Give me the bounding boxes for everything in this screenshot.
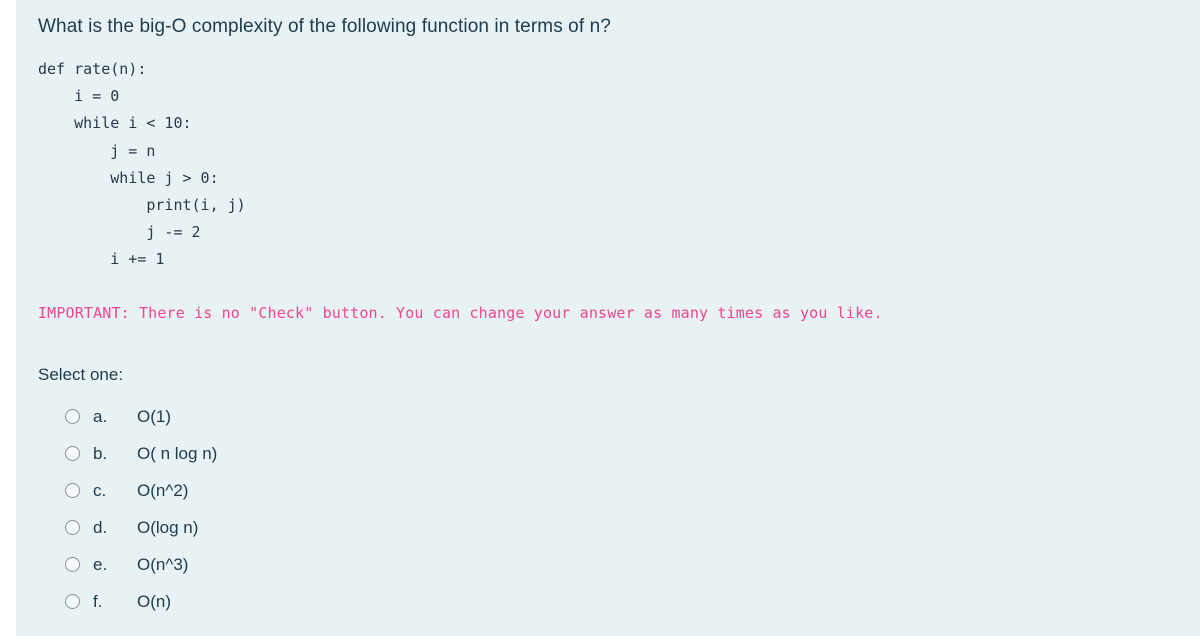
option-row-d[interactable]: d. O(log n) — [38, 509, 638, 546]
option-letter-e: e. — [93, 554, 108, 574]
option-letter-a: a. — [93, 406, 108, 426]
select-one-label: Select one: — [38, 365, 124, 384]
radio-button-d[interactable] — [65, 520, 80, 535]
option-label-a: O(1) — [137, 406, 171, 426]
option-row-f[interactable]: f. O(n) — [38, 583, 638, 620]
radio-button-b[interactable] — [65, 446, 80, 461]
option-letter-d: d. — [93, 517, 108, 537]
important-note: IMPORTANT: There is no "Check" button. Y… — [38, 304, 883, 322]
option-label-d: O(log n) — [137, 517, 199, 537]
option-letter-f: f. — [93, 591, 103, 611]
option-label-c: O(n^2) — [137, 480, 189, 500]
answer-options-list: a. O(1) b. O( n log n) c. O(n^2) d. O(lo… — [38, 398, 638, 620]
radio-button-f[interactable] — [65, 594, 80, 609]
radio-button-a[interactable] — [65, 409, 80, 424]
option-label-e: O(n^3) — [137, 554, 189, 574]
question-stem: What is the big-O complexity of the foll… — [38, 16, 611, 37]
code-snippet: def rate(n): i = 0 while i < 10: j = n w… — [38, 60, 246, 269]
option-label-b: O( n log n) — [137, 443, 218, 463]
option-row-a[interactable]: a. O(1) — [38, 398, 638, 435]
quiz-question-panel: What is the big-O complexity of the foll… — [16, 0, 1200, 636]
option-row-c[interactable]: c. O(n^2) — [38, 472, 638, 509]
radio-button-c[interactable] — [65, 483, 80, 498]
radio-button-e[interactable] — [65, 557, 80, 572]
option-row-b[interactable]: b. O( n log n) — [38, 435, 638, 472]
option-row-e[interactable]: e. O(n^3) — [38, 546, 638, 583]
option-label-f: O(n) — [137, 591, 171, 611]
option-letter-b: b. — [93, 443, 108, 463]
option-letter-c: c. — [93, 480, 107, 500]
